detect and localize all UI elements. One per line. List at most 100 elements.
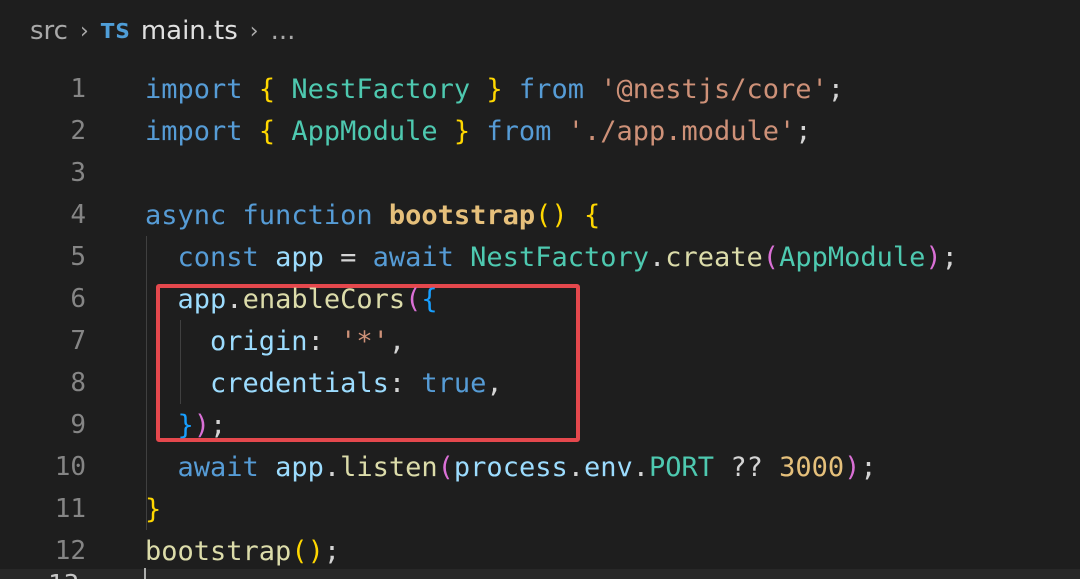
code-token: AppModule [779,241,926,273]
code-token: await [177,451,259,483]
code-token: credentials [210,367,389,399]
code-token: . [567,451,584,483]
code-token: PORT [649,451,715,483]
code-token: ; [941,241,958,273]
code-token: ; [795,115,812,147]
code-token: ; [827,73,845,105]
code-token: NestFactory [275,73,487,105]
code-text: bootstrap(); [145,536,340,567]
code-line[interactable]: 12 bootstrap(); [0,530,1080,572]
code-token: process [453,451,568,483]
code-line[interactable]: 6 app.enableCors({ [0,278,1080,320]
code-text: async function bootstrap() { [145,200,600,231]
code-token: . [323,451,341,483]
code-token: ?? [714,451,780,483]
code-line[interactable]: 8 credentials: true, [0,362,1080,404]
code-token: ; [210,409,227,441]
line-number: 10 [54,452,86,482]
code-token: NestFactory [470,241,649,273]
breadcrumb-symbols[interactable]: ... [271,16,296,46]
code-text: import { AppModule } from './app.module'… [145,116,812,147]
line-number: 8 [70,368,86,398]
code-token: function [242,199,373,231]
code-token: origin [210,325,308,357]
code-token: ; [323,535,341,567]
code-line[interactable]: 5 const app = await NestFactory.create(A… [0,236,1080,278]
code-token: '*' [340,325,389,357]
code-text: const app = await NestFactory.create(App… [145,242,958,273]
code-token: const [177,241,259,273]
line-number: 13 [48,567,88,579]
code-token: async [145,199,227,231]
line-number: 6 [70,284,86,314]
code-token: ) [925,241,942,273]
code-token: . [648,241,666,273]
code-token: ( [437,451,454,483]
code-token: () [535,199,568,231]
breadcrumb-folder[interactable]: src [30,16,68,46]
code-token: ) [844,451,861,483]
code-token: await [372,241,454,273]
code-token: : [307,325,341,357]
code-token: , [388,325,406,357]
code-line[interactable]: 2 import { AppModule } from './app.module… [0,110,1080,152]
breadcrumb-file[interactable]: main.ts [141,16,238,46]
line-number: 5 [70,242,86,272]
code-token: . [632,451,650,483]
code-token: bootstrap [145,535,292,567]
line-number: 7 [70,326,86,356]
code-token: { [258,115,276,147]
code-token: { [258,73,276,105]
line-number: 3 [70,158,86,188]
code-token: , [486,367,503,399]
code-token: { [421,283,438,315]
code-token: app [275,451,324,483]
code-token: app [275,241,324,273]
code-text: app.enableCors({ [145,284,438,315]
code-token: ( [405,283,422,315]
code-token: './app.module' [567,115,796,147]
code-text: import { NestFactory } from '@nestjs/cor… [145,74,844,105]
code-line[interactable]: 11} [0,488,1080,530]
chevron-right-icon: › [249,18,259,44]
code-editor[interactable]: 1 import { NestFactory } from '@nestjs/co… [0,68,1080,579]
code-token: AppModule [275,115,454,147]
code-line[interactable]: 4 async function bootstrap() { [0,194,1080,236]
code-token: ( [762,241,780,273]
code-token: from [502,73,601,105]
code-line[interactable]: 3 [0,152,1080,194]
line-number: 11 [54,494,86,524]
code-text: } [145,494,161,525]
code-token: 3000 [779,451,845,483]
line-number: 4 [70,200,86,230]
code-token: '@nestjs/core' [600,73,828,105]
code-token: { [583,199,601,231]
code-line[interactable]: 9 }); [0,404,1080,446]
code-token: listen [340,451,438,483]
typescript-file-icon: TS [100,19,131,43]
code-token: } [145,493,162,525]
code-token: create [665,241,763,273]
code-token: ) [193,409,211,441]
line-number: 2 [70,116,86,146]
code-text: }); [145,409,227,441]
code-line[interactable]: 7 origin: '*', [0,320,1080,362]
code-text: credentials: true, [145,368,503,399]
code-token: = [323,241,373,273]
code-line[interactable]: 10 await app.listen(process.env.PORT ?? … [0,446,1080,488]
code-token: enableCors [242,283,406,315]
code-line[interactable]: 1 import { NestFactory } from '@nestjs/co… [0,68,1080,110]
code-token: import [145,115,243,147]
code-token: . [226,283,243,315]
line-number: 12 [54,536,86,566]
code-token: () [291,535,324,567]
